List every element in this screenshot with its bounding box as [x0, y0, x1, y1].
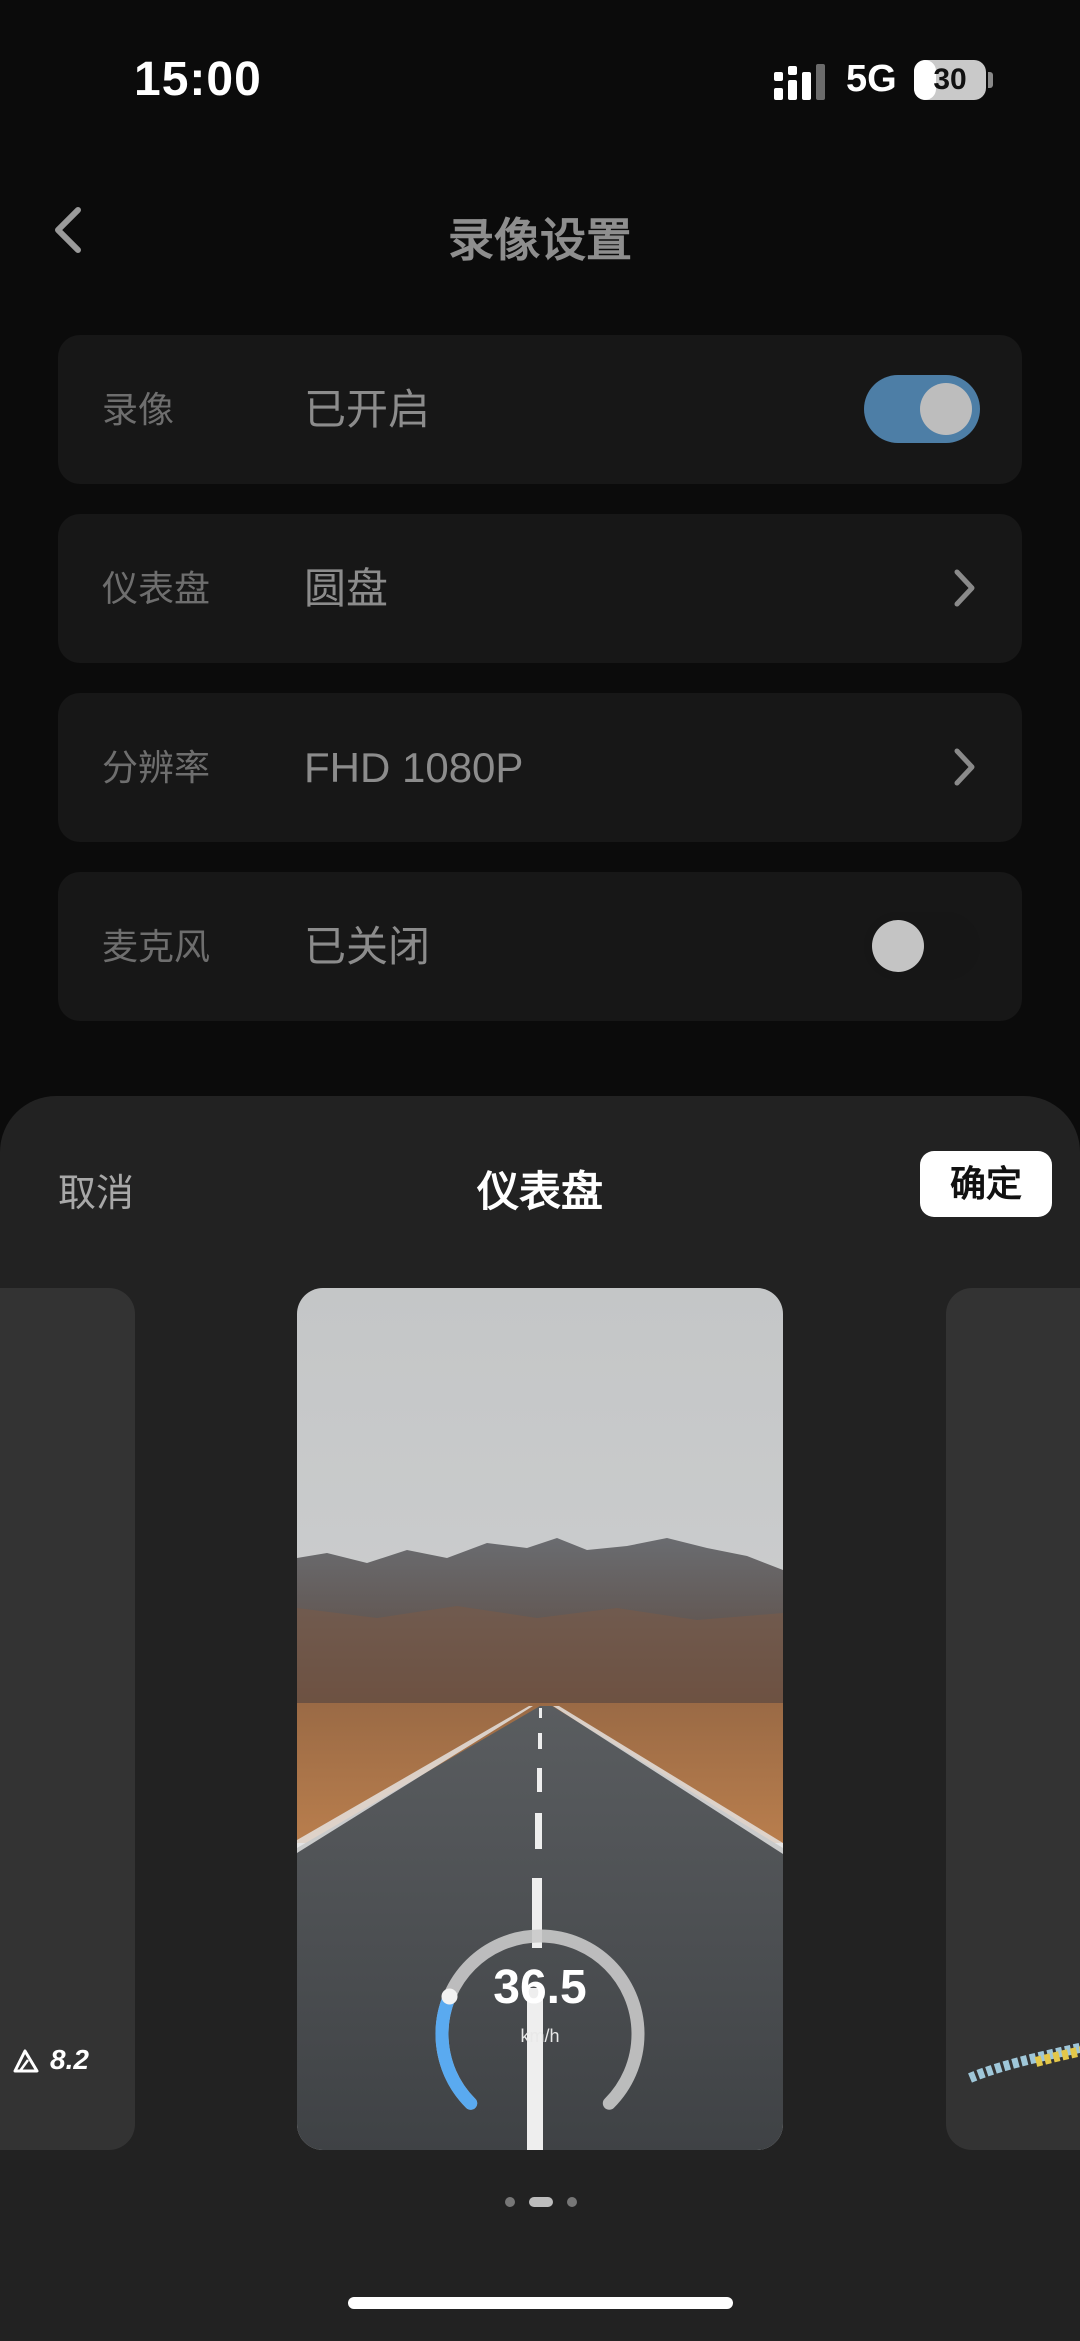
setting-label: 分辨率	[102, 747, 211, 788]
battery-cap	[988, 72, 993, 88]
setting-row-microphone: 麦克风 已关闭	[58, 872, 1022, 1021]
dashboard-option-card-selected[interactable]: 36.5 km/h	[297, 1288, 783, 2150]
speed-strip-graphic	[968, 2042, 1080, 2083]
setting-value: FHD 1080P	[304, 744, 524, 791]
microphone-toggle[interactable]	[864, 912, 980, 980]
nav-bar: 录像设置	[0, 180, 1080, 280]
settings-list: 录像 已开启 仪表盘 圆盘 分辨率 FHD 1080P 麦克风 已关闭	[58, 335, 1022, 1051]
speed-unit: km/h	[520, 2026, 560, 2046]
toggle-knob	[920, 383, 972, 435]
recording-toggle[interactable]	[864, 375, 980, 443]
slope-icon	[13, 2049, 39, 2073]
chevron-right-icon	[954, 748, 975, 786]
page-dot	[505, 2197, 515, 2207]
dashboard-picker-sheet: 取消 仪表盘 确定 8.2 36.5 km/h	[0, 1096, 1080, 2341]
status-time: 15:00	[134, 53, 262, 106]
confirm-button[interactable]: 确定	[920, 1151, 1052, 1217]
network-type: 5G	[846, 58, 897, 100]
setting-row-recording: 录像 已开启	[58, 335, 1022, 484]
signal-icon	[774, 64, 825, 100]
setting-label: 录像	[102, 389, 175, 430]
setting-label: 麦克风	[102, 926, 211, 967]
setting-label: 仪表盘	[102, 568, 211, 609]
dashboard-option-card-right[interactable]	[946, 1288, 1080, 2150]
battery-level: 30	[933, 63, 967, 96]
setting-row-resolution[interactable]: 分辨率 FHD 1080P	[58, 693, 1022, 842]
setting-value: 已开启	[304, 386, 431, 433]
setting-row-dashboard[interactable]: 仪表盘 圆盘	[58, 514, 1022, 663]
road-preview-image	[297, 1288, 783, 2150]
speed-value: 36.5	[493, 1961, 587, 2014]
page-title: 录像设置	[448, 214, 632, 266]
battery-icon: 30	[914, 60, 986, 100]
chevron-right-icon	[954, 569, 975, 607]
page-indicator	[505, 2195, 577, 2209]
home-indicator	[348, 2297, 733, 2309]
toggle-knob	[872, 920, 924, 972]
page-dot	[529, 2197, 553, 2207]
status-bar: 15:00 5G 30	[0, 0, 1080, 160]
sheet-title: 仪表盘	[476, 1168, 603, 1215]
setting-value: 已关闭	[304, 923, 431, 970]
page-dot	[567, 2197, 577, 2207]
left-card-metric: 8.2	[50, 2044, 89, 2075]
setting-value: 圆盘	[304, 565, 389, 612]
dashboard-option-card-left[interactable]: 8.2	[0, 1288, 135, 2150]
